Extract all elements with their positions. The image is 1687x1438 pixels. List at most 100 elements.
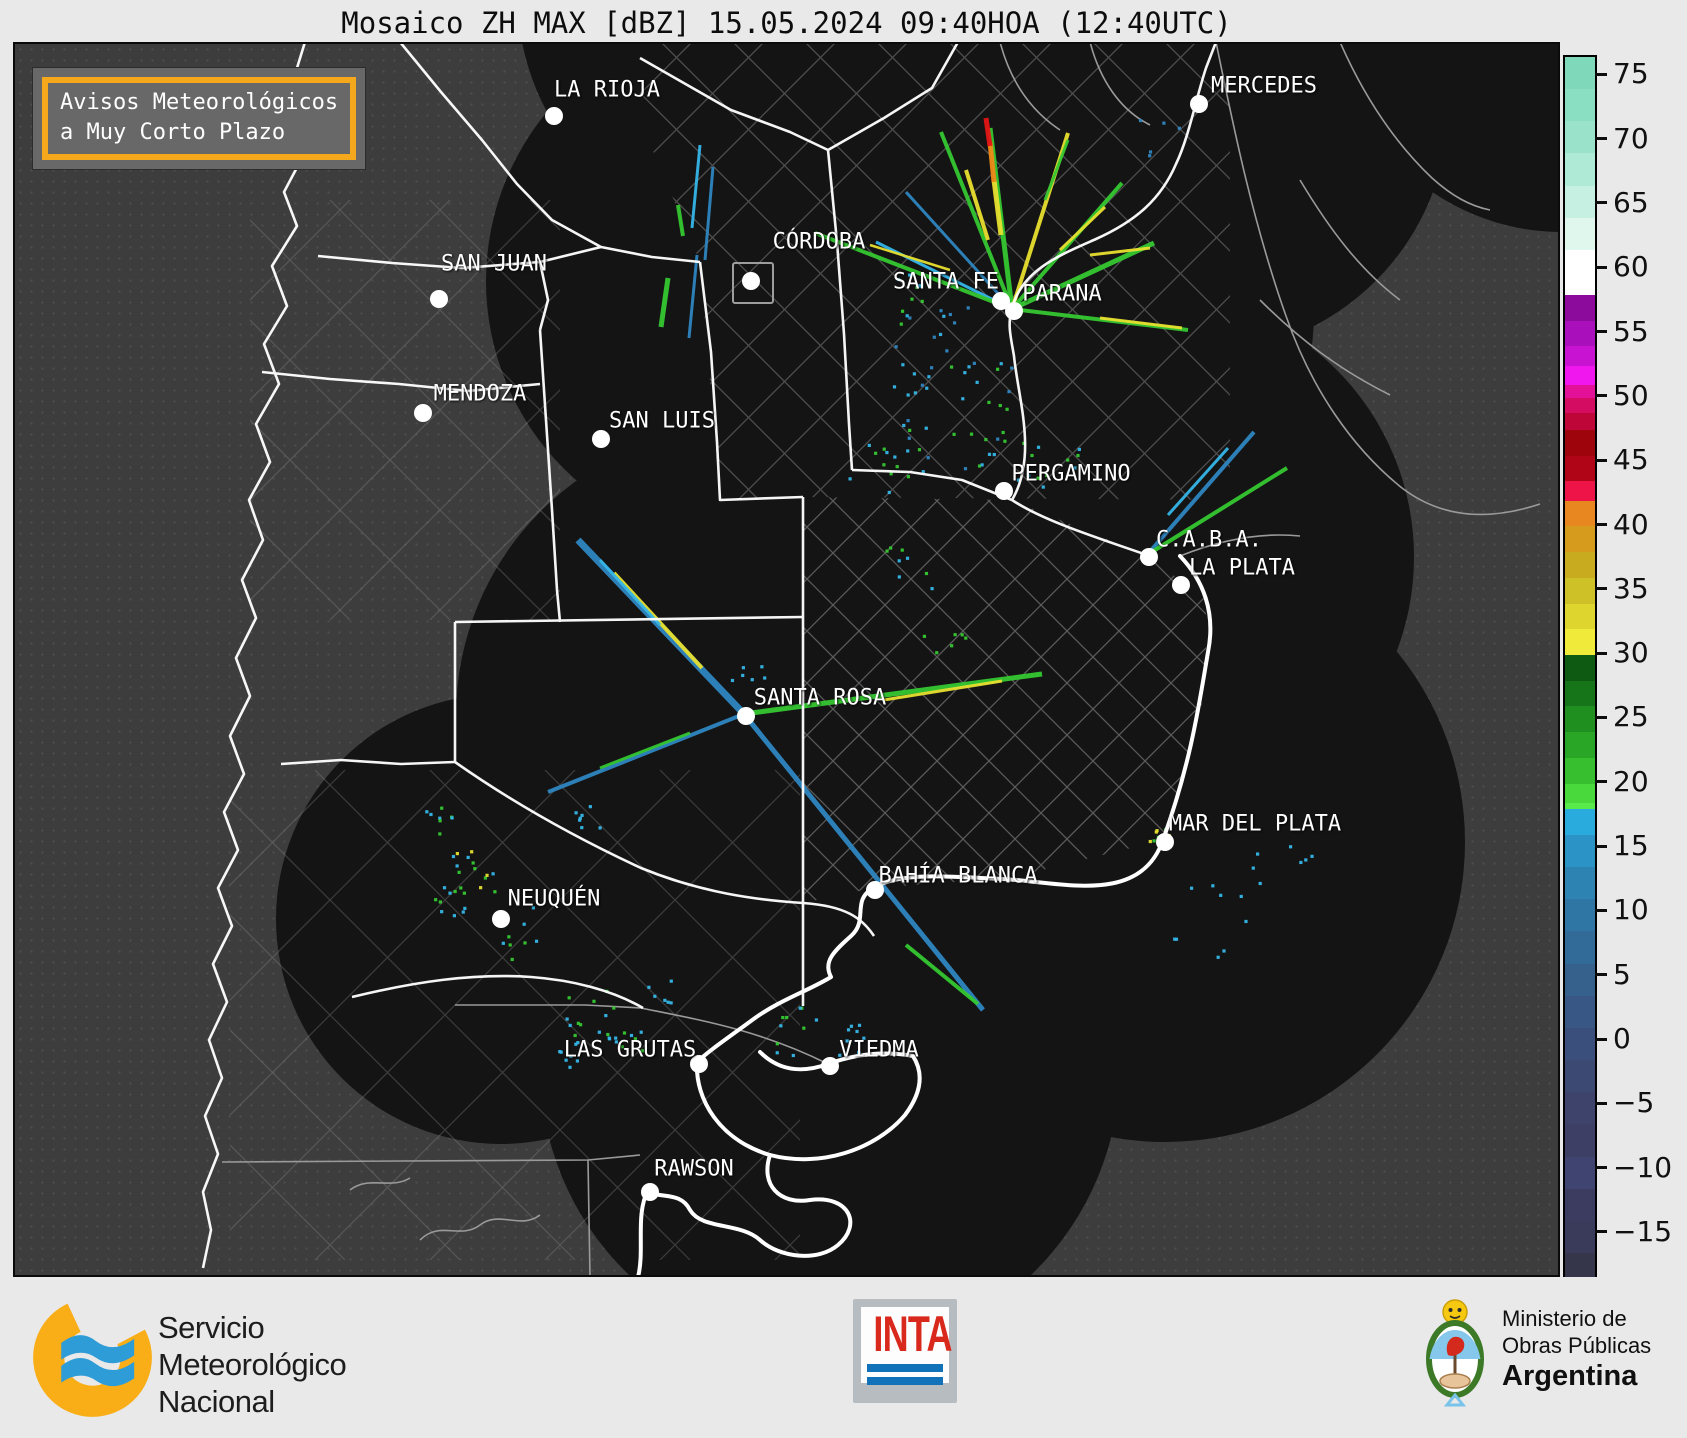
city-marker	[641, 1183, 659, 1201]
colorbar-tick	[1595, 587, 1607, 591]
smn-wordmark: Servicio Meteorológico Nacional	[158, 1310, 347, 1419]
smn-wave-icon	[61, 1335, 135, 1364]
city-marker	[592, 430, 610, 448]
colorbar-segment	[1565, 455, 1595, 482]
colorbar-segment	[1565, 1124, 1595, 1157]
colorbar-tick	[1595, 458, 1607, 462]
colorbar-tick	[1595, 908, 1607, 912]
colorbar-tick	[1595, 137, 1607, 141]
colorbar-tick-label: 20	[1613, 764, 1649, 798]
colorbar-segment	[1565, 429, 1595, 456]
colorbar-segment	[1565, 680, 1595, 707]
colorbar-segment	[1565, 867, 1595, 900]
city-label: SANTA FE	[893, 269, 999, 295]
colorbar-segment	[1565, 1253, 1595, 1279]
ministry-wordmark: Ministerio de Obras Públicas Argentina	[1502, 1306, 1652, 1392]
colorbar-segment	[1565, 294, 1595, 321]
colorbar-segment	[1565, 1092, 1595, 1125]
colorbar-segment	[1565, 346, 1595, 366]
colorbar-tick	[1595, 973, 1607, 977]
colorbar-tick	[1595, 1101, 1607, 1105]
smn-logo	[33, 1298, 152, 1417]
city-marker	[821, 1057, 839, 1075]
colorbar-segment	[1565, 1060, 1595, 1093]
colorbar-segment	[1565, 552, 1595, 578]
colorbar-tick	[1595, 201, 1607, 205]
colorbar-segment	[1565, 217, 1595, 250]
colorbar-tick-label: 25	[1613, 700, 1649, 734]
colorbar-tick	[1595, 72, 1607, 76]
warnings-banner-button[interactable]: Avisos Meteorológicos a Muy Corto Plazo	[33, 68, 366, 170]
colorbar-segment	[1565, 706, 1595, 733]
colorbar-segment	[1565, 500, 1595, 527]
colorbar-segment	[1565, 1220, 1595, 1254]
colorbar-segment	[1565, 629, 1595, 655]
colorbar-tick-label: 65	[1613, 185, 1649, 219]
inta-bar-icon	[867, 1364, 943, 1372]
colorbar-tick	[1595, 1230, 1607, 1234]
city-label: SAN JUAN	[441, 251, 547, 277]
city-label: LA RIOJA	[554, 77, 660, 103]
city-marker	[737, 707, 755, 725]
colorbar-tick-label: −5	[1613, 1086, 1655, 1120]
colorbar-tick	[1595, 1166, 1607, 1170]
colorbar-segment	[1565, 320, 1595, 347]
city-layer: LA RIOJA MERCEDES SAN JUAN CÓRDOBA SANTA FE P…	[15, 44, 1558, 1275]
colorbar-segment	[1565, 153, 1595, 186]
city-label: BAHÍA BLANCA	[878, 863, 1038, 889]
inta-bar-icon	[867, 1377, 943, 1385]
city-marker	[1190, 95, 1208, 113]
colorbar-segment	[1565, 185, 1595, 218]
warnings-banner-line2: a Muy Corto Plazo	[60, 119, 286, 145]
radar-product-page: Mosaico ZH MAX [dBZ] 15.05.2024 09:40HOA…	[0, 0, 1687, 1438]
inta-logo: INTA	[853, 1299, 957, 1403]
colorbar-segment	[1565, 365, 1595, 385]
colorbar-segment	[1565, 384, 1595, 398]
colorbar-segment	[1565, 89, 1595, 122]
colorbar-tick	[1595, 265, 1607, 269]
city-marker	[995, 482, 1013, 500]
colorbar-tick-label: 70	[1613, 121, 1649, 155]
colorbar-segment	[1565, 757, 1595, 784]
colorbar-segment	[1565, 931, 1595, 964]
colorbar-segment	[1565, 654, 1595, 681]
city-label: SANTA ROSA	[753, 685, 887, 711]
city-marker	[545, 107, 563, 125]
city-label: CÓRDOBA	[772, 229, 866, 255]
colorbar-tick	[1595, 1037, 1607, 1041]
colorbar-tick-label: 30	[1613, 636, 1649, 670]
colorbar-tick	[1595, 715, 1607, 719]
colorbar-segment	[1565, 577, 1595, 604]
radar-mosaic-map: LA RIOJA MERCEDES SAN JUAN CÓRDOBA SANTA FE P…	[13, 42, 1560, 1277]
city-label: C.A.B.A.	[1156, 527, 1262, 553]
colorbar-segment	[1565, 809, 1595, 835]
colorbar-tick-label: 35	[1613, 571, 1649, 605]
colorbar-segment	[1565, 995, 1595, 1028]
colorbar-segment	[1565, 899, 1595, 932]
colorbar-tick-label: −10	[1613, 1150, 1673, 1184]
colorbar-tick-label: 75	[1613, 57, 1649, 91]
city-marker	[430, 290, 448, 308]
colorbar-segment	[1565, 732, 1595, 758]
dbz-colorbar	[1563, 55, 1597, 1281]
city-label: SAN LUIS	[609, 408, 715, 434]
footer: Servicio Meteorológico Nacional INTA Min…	[0, 1277, 1687, 1438]
colorbar-segment	[1565, 249, 1595, 295]
city-label: RAWSON	[654, 1156, 734, 1182]
city-label: VIEDMA	[839, 1037, 919, 1063]
colorbar-tick	[1595, 780, 1607, 784]
city-marker	[492, 910, 510, 928]
colorbar-tick-label: 40	[1613, 507, 1649, 541]
city-marker	[742, 272, 760, 290]
colorbar-segment	[1565, 603, 1595, 630]
city-label: MERCEDES	[1211, 73, 1317, 99]
colorbar-segment	[1565, 1188, 1595, 1221]
colorbar-tick-label: 60	[1613, 250, 1649, 284]
colorbar-segment	[1565, 783, 1595, 803]
colorbar-segment	[1565, 835, 1595, 868]
argentina-coat-of-arms-icon	[1426, 1299, 1484, 1407]
colorbar-tick-label: −15	[1613, 1214, 1673, 1248]
city-marker	[1172, 576, 1190, 594]
colorbar-segment	[1565, 526, 1595, 553]
colorbar-tick-label: 0	[1613, 1022, 1631, 1056]
